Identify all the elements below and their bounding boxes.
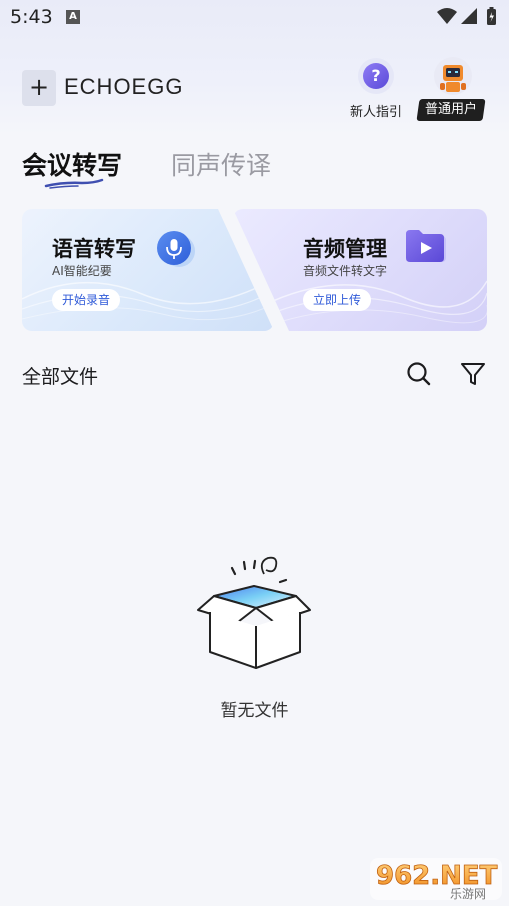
filter-icon[interactable] — [460, 361, 486, 387]
add-button[interactable]: + — [22, 70, 56, 106]
status-time: 5:43 — [10, 6, 53, 28]
robot-avatar-icon — [440, 65, 466, 92]
card-subtitle: AI智能纪要 — [52, 264, 112, 278]
video-folder-icon — [404, 228, 450, 272]
card-subtitle: 音频文件转文字 — [303, 264, 388, 278]
status-bar: 5:43 A — [0, 0, 509, 34]
speech-transcription-card[interactable]: 语音转写 AI智能纪要 开始录音 — [22, 209, 274, 331]
empty-state-text: 暂无文件 — [220, 701, 289, 721]
microphone-icon — [155, 230, 201, 274]
upload-now-button[interactable]: 立即上传 — [303, 289, 372, 311]
start-recording-button[interactable]: 开始录音 — [52, 289, 121, 311]
active-tab-underline — [44, 178, 104, 189]
card-title: 语音转写 — [52, 237, 136, 261]
site-watermark: 962.NET 乐游网 — [370, 858, 502, 901]
tab-simultaneous-interpretation[interactable]: 同声传译 — [171, 146, 271, 182]
empty-box-icon — [197, 556, 311, 669]
wifi-signal-battery-icon — [437, 7, 496, 25]
svg-text:乐游网: 乐游网 — [450, 887, 486, 901]
guide-label: 新人指引 — [349, 105, 402, 120]
help-icon: ? — [358, 58, 394, 94]
user-level-badge[interactable]: 普通用户 — [416, 99, 486, 121]
avatar[interactable] — [434, 57, 472, 95]
all-files-title: 全部文件 — [22, 366, 99, 388]
notification-a-icon: A — [66, 10, 80, 24]
newbie-guide-button[interactable]: ? 新人指引 — [346, 58, 406, 120]
search-icon[interactable] — [406, 361, 432, 387]
status-icons — [435, 6, 499, 32]
card-title: 音频管理 — [303, 237, 387, 261]
app-logo: ECHOEGG — [64, 74, 184, 99]
